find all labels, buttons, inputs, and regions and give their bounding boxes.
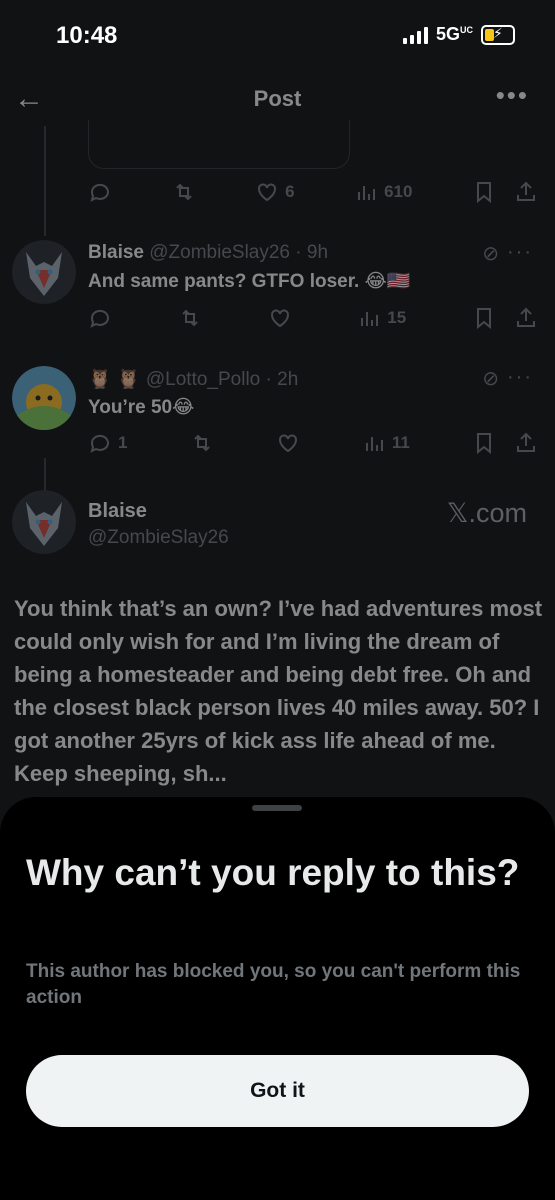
link-card[interactable]	[88, 120, 350, 169]
reply-text: And same pants? GTFO loser. 😂🇺🇸	[88, 271, 411, 292]
repost-icon[interactable]	[178, 306, 202, 330]
share-icon[interactable]	[514, 306, 538, 330]
sheet-title: Why can’t you reply to this?	[26, 852, 520, 893]
reply-text: You’re 50😂	[88, 397, 195, 418]
avatar[interactable]	[12, 490, 76, 554]
grok-icon[interactable]: ⊘	[482, 241, 499, 266]
reply-icon[interactable]	[88, 306, 112, 330]
more-horizontal-icon[interactable]: ···	[507, 241, 533, 264]
reply-icon[interactable]	[88, 180, 112, 204]
views-button[interactable]: 15	[357, 306, 406, 330]
reply-icon	[90, 434, 109, 453]
reply-actions: 15	[88, 306, 538, 330]
got-it-button[interactable]: Got it	[26, 1055, 529, 1127]
reply-button[interactable]: 1	[88, 431, 127, 455]
bottom-sheet: Why can’t you reply to this? This author…	[0, 797, 555, 1200]
more-horizontal-icon[interactable]: ···	[507, 366, 533, 389]
views-icon	[361, 312, 379, 326]
status-bar: 10:48 5GUC ⚡	[0, 0, 555, 72]
reply-header: 🦉 🦉 @Lotto_Pollo · 2h	[88, 369, 299, 390]
signal-icon	[402, 26, 428, 44]
watermark: 𝕏.com	[446, 498, 527, 528]
share-icon[interactable]	[514, 431, 538, 455]
views-icon	[358, 186, 376, 200]
battery-icon: ⚡	[481, 24, 515, 45]
post-body: You think that’s an own? I’ve had advent…	[14, 596, 543, 786]
thread-line	[44, 126, 46, 236]
heart-icon[interactable]	[268, 306, 292, 330]
post-actions: 6 610	[88, 180, 538, 204]
heart-icon	[258, 183, 277, 202]
views-button[interactable]: 610	[354, 180, 412, 204]
avatar[interactable]	[12, 240, 76, 304]
network-label: 5GUC	[435, 24, 473, 44]
sheet-grabber[interactable]	[252, 805, 302, 811]
bookmark-icon[interactable]	[472, 180, 496, 204]
heart-icon[interactable]	[276, 431, 300, 455]
author-handle[interactable]: @ZombieSlay26	[88, 527, 229, 549]
bookmark-icon[interactable]	[472, 306, 496, 330]
reply-header: Blaise @ZombieSlay26 · 9h	[88, 242, 329, 263]
share-icon[interactable]	[514, 180, 538, 204]
repost-icon[interactable]	[190, 431, 214, 455]
grok-icon[interactable]: ⊘	[482, 366, 499, 391]
reply-actions: 1 11	[88, 431, 538, 455]
more-horizontal-icon[interactable]: •••	[496, 80, 529, 111]
top-nav: ← Post •••	[0, 72, 555, 126]
author-name[interactable]: Blaise	[88, 500, 147, 523]
views-button[interactable]: 11	[362, 431, 410, 455]
repost-icon[interactable]	[172, 180, 196, 204]
thread-line	[44, 458, 46, 492]
avatar[interactable]	[12, 366, 76, 430]
sheet-description: This author has blocked you, so you can'…	[26, 961, 521, 1008]
bookmark-icon[interactable]	[472, 431, 496, 455]
status-time: 10:48	[56, 22, 118, 49]
like-button[interactable]: 6	[255, 180, 295, 204]
views-icon	[365, 437, 383, 451]
page-title: Post	[253, 86, 302, 111]
